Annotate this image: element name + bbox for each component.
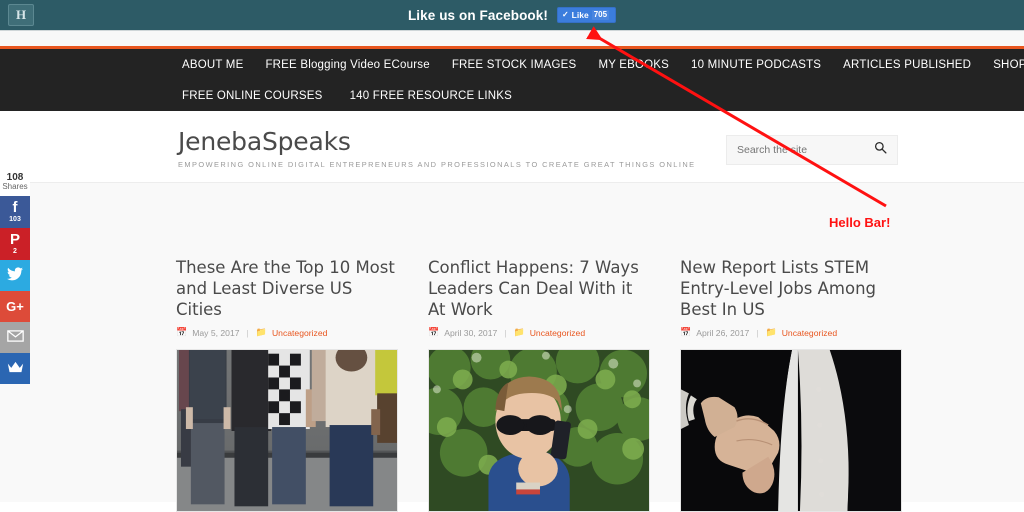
nav-item-140-free-resource-links[interactable]: 140 FREE RESOURCE LINKS <box>350 90 512 102</box>
meta-separator: | <box>504 327 507 338</box>
calendar-icon: 📅 <box>680 327 692 338</box>
site-title: JenebaSpeaks <box>178 127 351 156</box>
nav-item-shop[interactable]: SHOP! <box>993 59 1024 71</box>
post-meta: 📅 May 5, 2017 | 📁 Uncategorized <box>176 327 398 338</box>
nav-item-free-stock-images[interactable]: FREE STOCK IMAGES <box>452 59 577 71</box>
pinterest-icon: P <box>9 231 20 249</box>
share-button-email[interactable] <box>0 321 30 353</box>
post-card[interactable]: Conflict Happens: 7 Ways Leaders Can Dea… <box>428 257 650 512</box>
meta-separator: | <box>756 327 759 338</box>
site-tagline: EMPOWERING ONLINE DIGITAL ENTREPRENEURS … <box>178 160 696 169</box>
folder-icon: 📁 <box>765 327 777 338</box>
post-meta: 📅 April 30, 2017 | 📁 Uncategorized <box>428 327 650 338</box>
facebook-share-count: 103 <box>9 216 21 224</box>
post-grid: These Are the Top 10 Most and Least Dive… <box>176 257 902 512</box>
social-share-rail: 108 Shares f 103 P 2 G+ <box>0 170 30 384</box>
search-input[interactable] <box>737 144 874 156</box>
google-plus-icon: G+ <box>6 298 24 314</box>
post-thumbnail[interactable] <box>176 349 398 512</box>
search-box[interactable] <box>726 135 898 165</box>
main-navigation: ABOUT ME FREE Blogging Video ECourse FRE… <box>0 49 1024 111</box>
nav-item-free-blogging-video-ecourse[interactable]: FREE Blogging Video ECourse <box>265 59 429 71</box>
post-thumbnail[interactable] <box>680 349 902 512</box>
post-meta: 📅 April 26, 2017 | 📁 Uncategorized <box>680 327 902 338</box>
facebook-icon: f <box>12 199 18 217</box>
nav-item-about-me[interactable]: ABOUT ME <box>182 59 243 71</box>
twitter-bird-icon <box>7 267 23 284</box>
handshake-photo <box>681 350 901 512</box>
post-category[interactable]: Uncategorized <box>782 328 837 338</box>
share-total: 108 Shares <box>0 170 30 196</box>
share-button-more[interactable] <box>0 352 30 384</box>
folder-icon: 📁 <box>255 327 267 338</box>
post-date: April 26, 2017 <box>696 327 750 338</box>
post-card[interactable]: New Report Lists STEM Entry-Level Jobs A… <box>680 257 902 512</box>
hello-bar: H Like us on Facebook! ✓ Like 705 <box>0 0 1024 30</box>
calendar-icon: 📅 <box>176 327 188 338</box>
post-category[interactable]: Uncategorized <box>530 328 585 338</box>
post-title[interactable]: Conflict Happens: 7 Ways Leaders Can Dea… <box>428 257 650 320</box>
check-icon: ✓ <box>561 10 569 20</box>
hellobar-gap-strip <box>0 30 1024 47</box>
annotation-label: Hello Bar! <box>829 215 891 230</box>
share-button-pinterest[interactable]: P 2 <box>0 227 30 260</box>
nav-item-free-online-courses[interactable]: FREE ONLINE COURSES <box>182 90 323 102</box>
nav-row-secondary: FREE ONLINE COURSES 140 FREE RESOURCE LI… <box>0 80 1024 111</box>
facebook-like-button[interactable]: ✓ Like 705 <box>556 6 617 24</box>
meta-separator: | <box>246 327 249 338</box>
diverse-people-photo <box>177 350 397 512</box>
site-branding[interactable]: JenebaSpeaks EMPOWERING ONLINE DIGITAL E… <box>178 129 696 169</box>
hellobar-content: Like us on Facebook! ✓ Like 705 <box>407 6 617 24</box>
hellobar-logo-icon[interactable]: H <box>8 4 34 26</box>
nav-item-articles-published[interactable]: ARTICLES PUBLISHED <box>843 59 971 71</box>
hellobar-message: Like us on Facebook! <box>407 7 548 23</box>
share-button-facebook[interactable]: f 103 <box>0 195 30 228</box>
share-total-label: Shares <box>2 182 28 191</box>
site-header: JenebaSpeaks EMPOWERING ONLINE DIGITAL E… <box>0 111 1024 182</box>
share-button-google-plus[interactable]: G+ <box>0 290 30 322</box>
search-icon[interactable] <box>874 141 887 159</box>
crown-icon <box>7 361 24 376</box>
post-card[interactable]: These Are the Top 10 Most and Least Dive… <box>176 257 398 512</box>
facebook-like-count: 705 <box>591 10 610 20</box>
man-on-phone-photo <box>429 350 649 512</box>
content-area: These Are the Top 10 Most and Least Dive… <box>0 182 1024 512</box>
post-category[interactable]: Uncategorized <box>272 328 327 338</box>
post-date: May 5, 2017 <box>192 327 240 338</box>
folder-icon: 📁 <box>513 327 525 338</box>
post-date: April 30, 2017 <box>444 327 498 338</box>
pinterest-share-count: 2 <box>13 248 17 256</box>
post-title[interactable]: New Report Lists STEM Entry-Level Jobs A… <box>680 257 902 320</box>
nav-row-primary: ABOUT ME FREE Blogging Video ECourse FRE… <box>0 49 1024 80</box>
nav-item-10-minute-podcasts[interactable]: 10 MINUTE PODCASTS <box>691 59 821 71</box>
share-button-twitter[interactable] <box>0 259 30 291</box>
post-title[interactable]: These Are the Top 10 Most and Least Dive… <box>176 257 398 320</box>
envelope-icon <box>6 330 24 345</box>
nav-item-my-ebooks[interactable]: MY EBOOKS <box>598 59 669 71</box>
calendar-icon: 📅 <box>428 327 440 338</box>
facebook-like-label: Like <box>571 9 589 20</box>
post-thumbnail[interactable] <box>428 349 650 512</box>
